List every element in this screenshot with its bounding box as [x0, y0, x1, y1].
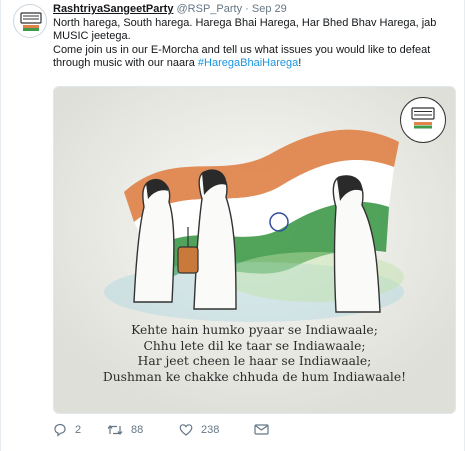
message-icon — [254, 424, 269, 435]
tweet-text: North harega, South harega. Harega Bhai … — [53, 17, 453, 71]
retweet-button[interactable]: 88 — [107, 423, 143, 437]
tweet-card[interactable]: RashtriyaSangeetParty @RSP_Party · Sep 2… — [0, 0, 465, 451]
author-name[interactable]: RashtriyaSangeetParty — [53, 3, 173, 15]
party-logo-badge — [400, 97, 446, 143]
reply-icon — [54, 423, 66, 437]
tweet-timestamp[interactable]: Sep 29 — [252, 3, 287, 15]
tweet-actions: 2 88 238 — [53, 421, 454, 441]
like-button[interactable]: 238 — [179, 423, 219, 437]
tweet-header: RashtriyaSangeetParty @RSP_Party · Sep 2… — [53, 3, 456, 17]
retweet-count: 88 — [131, 424, 144, 436]
reply-count: 2 — [75, 424, 82, 436]
tweet-text-end: ! — [298, 57, 302, 70]
party-logo-icon — [20, 12, 42, 31]
tweet-media-image[interactable]: Kehte hain humko pyaar se Indiawaale; Ch… — [53, 86, 456, 414]
retweet-icon — [107, 425, 123, 435]
poem-line: Har jeet cheen le haar se Indiawaale; — [137, 354, 372, 369]
reply-button[interactable]: 2 — [53, 423, 81, 437]
separator-dot: · — [245, 3, 249, 15]
party-logo-icon — [411, 107, 435, 129]
poem-text: Kehte hain humko pyaar se Indiawaale; Ch… — [54, 323, 455, 385]
poem-line: Chhu lete dil ke taar se Indiawaale; — [143, 338, 366, 353]
tweet-text-line2: Come join us in our E-Morcha and tell us… — [53, 44, 453, 71]
hashtag-link[interactable]: #HaregaBhaiHarega — [198, 57, 298, 69]
author-handle[interactable]: @RSP_Party — [177, 3, 243, 15]
lantern-icon — [177, 246, 199, 274]
profile-avatar[interactable] — [13, 4, 47, 38]
poem-line: Dushman ke chakke chhuda de hum Indiawaa… — [102, 369, 407, 384]
message-button[interactable] — [254, 423, 269, 436]
like-count: 238 — [201, 424, 220, 436]
poem-line: Kehte hain humko pyaar se Indiawaale; — [131, 323, 378, 337]
tweet-text-line1: North harega, South harega. Harega Bhai … — [53, 17, 437, 43]
like-icon — [179, 424, 193, 436]
